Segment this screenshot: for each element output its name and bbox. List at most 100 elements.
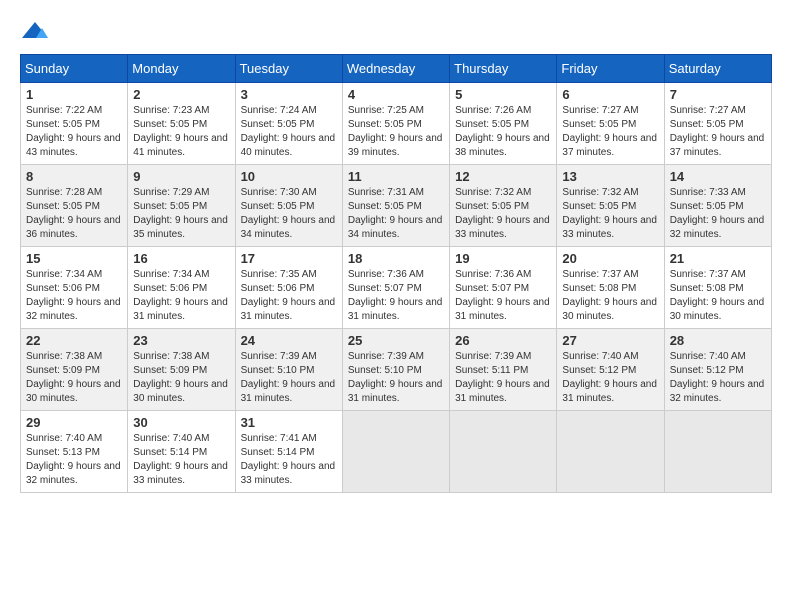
day-cell-18: 18 Sunrise: 7:36 AMSunset: 5:07 PMDayligh… <box>342 247 449 329</box>
day-cell-8: 8Sunrise: 7:28 AMSunset: 5:05 PMDaylight… <box>21 165 128 247</box>
day-cell-14: 14 Sunrise: 7:33 AMSunset: 5:05 PMDayligh… <box>664 165 771 247</box>
day-info: Sunrise: 7:39 AMSunset: 5:10 PMDaylight:… <box>241 350 337 406</box>
week-row-2: 8Sunrise: 7:28 AMSunset: 5:05 PMDaylight… <box>21 165 772 247</box>
day-info: Sunrise: 7:28 AMSunset: 5:05 PMDaylight:… <box>26 186 122 242</box>
day-cell-10: 10Sunrise: 7:30 AMSunset: 5:05 PMDayligh… <box>235 165 342 247</box>
day-info: Sunrise: 7:38 AMSunset: 5:09 PMDaylight:… <box>26 350 122 406</box>
day-info: Sunrise: 7:35 AMSunset: 5:06 PMDaylight:… <box>241 268 337 324</box>
day-number: 13 <box>562 169 658 184</box>
day-cell-6: 6 Sunrise: 7:27 AMSunset: 5:05 PMDaylight… <box>557 83 664 165</box>
day-number: 12 <box>455 169 551 184</box>
day-info: Sunrise: 7:40 AMSunset: 5:13 PMDaylight:… <box>26 432 122 488</box>
day-info: Sunrise: 7:23 AMSunset: 5:05 PMDaylight:… <box>133 104 229 160</box>
day-number: 25 <box>348 333 444 348</box>
day-info: Sunrise: 7:40 AMSunset: 5:12 PMDaylight:… <box>562 350 658 406</box>
day-cell-16: 16Sunrise: 7:34 AMSunset: 5:06 PMDayligh… <box>128 247 235 329</box>
day-info: Sunrise: 7:41 AMSunset: 5:14 PMDaylight:… <box>241 432 337 488</box>
day-cell-7: 7Sunrise: 7:27 AMSunset: 5:05 PMDaylight… <box>664 83 771 165</box>
day-info: Sunrise: 7:34 AMSunset: 5:06 PMDaylight:… <box>26 268 122 324</box>
day-number: 17 <box>241 251 337 266</box>
day-cell-28: 28 Sunrise: 7:40 AMSunset: 5:12 PMDayligh… <box>664 329 771 411</box>
day-number: 30 <box>133 415 229 430</box>
day-info: Sunrise: 7:31 AMSunset: 5:05 PMDaylight:… <box>348 186 444 242</box>
col-header-wednesday: Wednesday <box>342 55 449 83</box>
header <box>20 20 772 44</box>
day-cell-15: 15 Sunrise: 7:34 AMSunset: 5:06 PMDayligh… <box>21 247 128 329</box>
day-info: Sunrise: 7:38 AMSunset: 5:09 PMDaylight:… <box>133 350 229 406</box>
day-cell-1: 1 Sunrise: 7:22 AMSunset: 5:05 PMDaylight… <box>21 83 128 165</box>
day-cell-5: 5 Sunrise: 7:26 AMSunset: 5:05 PMDaylight… <box>450 83 557 165</box>
day-cell-20: 20 Sunrise: 7:37 AMSunset: 5:08 PMDayligh… <box>557 247 664 329</box>
day-cell-30: 30 Sunrise: 7:40 AMSunset: 5:14 PMDayligh… <box>128 411 235 493</box>
day-cell-21: 21 Sunrise: 7:37 AMSunset: 5:08 PMDayligh… <box>664 247 771 329</box>
col-header-friday: Friday <box>557 55 664 83</box>
day-number: 21 <box>670 251 766 266</box>
week-row-1: 1 Sunrise: 7:22 AMSunset: 5:05 PMDaylight… <box>21 83 772 165</box>
day-number: 23 <box>133 333 229 348</box>
day-number: 2 <box>133 87 229 102</box>
day-number: 3 <box>241 87 337 102</box>
day-cell-11: 11 Sunrise: 7:31 AMSunset: 5:05 PMDayligh… <box>342 165 449 247</box>
day-number: 26 <box>455 333 551 348</box>
day-info: Sunrise: 7:37 AMSunset: 5:08 PMDaylight:… <box>670 268 766 324</box>
day-cell-12: 12 Sunrise: 7:32 AMSunset: 5:05 PMDayligh… <box>450 165 557 247</box>
day-number: 5 <box>455 87 551 102</box>
day-number: 1 <box>26 87 122 102</box>
day-info: Sunrise: 7:30 AMSunset: 5:05 PMDaylight:… <box>241 186 337 242</box>
day-number: 6 <box>562 87 658 102</box>
day-cell-17: 17 Sunrise: 7:35 AMSunset: 5:06 PMDayligh… <box>235 247 342 329</box>
day-info: Sunrise: 7:22 AMSunset: 5:05 PMDaylight:… <box>26 104 122 160</box>
day-info: Sunrise: 7:25 AMSunset: 5:05 PMDaylight:… <box>348 104 444 160</box>
day-cell-24: 24 Sunrise: 7:39 AMSunset: 5:10 PMDayligh… <box>235 329 342 411</box>
logo <box>20 20 54 44</box>
day-number: 22 <box>26 333 122 348</box>
day-info: Sunrise: 7:36 AMSunset: 5:07 PMDaylight:… <box>348 268 444 324</box>
day-number: 14 <box>670 169 766 184</box>
day-number: 18 <box>348 251 444 266</box>
day-info: Sunrise: 7:32 AMSunset: 5:05 PMDaylight:… <box>562 186 658 242</box>
day-info: Sunrise: 7:27 AMSunset: 5:05 PMDaylight:… <box>670 104 766 160</box>
day-info: Sunrise: 7:40 AMSunset: 5:14 PMDaylight:… <box>133 432 229 488</box>
week-row-5: 29Sunrise: 7:40 AMSunset: 5:13 PMDayligh… <box>21 411 772 493</box>
day-number: 16 <box>133 251 229 266</box>
day-number: 11 <box>348 169 444 184</box>
day-cell-19: 19 Sunrise: 7:36 AMSunset: 5:07 PMDayligh… <box>450 247 557 329</box>
day-number: 24 <box>241 333 337 348</box>
day-number: 20 <box>562 251 658 266</box>
day-info: Sunrise: 7:40 AMSunset: 5:12 PMDaylight:… <box>670 350 766 406</box>
day-cell-29: 29Sunrise: 7:40 AMSunset: 5:13 PMDayligh… <box>21 411 128 493</box>
col-header-sunday: Sunday <box>21 55 128 83</box>
day-cell-26: 26 Sunrise: 7:39 AMSunset: 5:11 PMDayligh… <box>450 329 557 411</box>
day-number: 27 <box>562 333 658 348</box>
day-info: Sunrise: 7:26 AMSunset: 5:05 PMDaylight:… <box>455 104 551 160</box>
day-info: Sunrise: 7:39 AMSunset: 5:11 PMDaylight:… <box>455 350 551 406</box>
day-cell-2: 2 Sunrise: 7:23 AMSunset: 5:05 PMDaylight… <box>128 83 235 165</box>
col-header-tuesday: Tuesday <box>235 55 342 83</box>
day-info: Sunrise: 7:33 AMSunset: 5:05 PMDaylight:… <box>670 186 766 242</box>
day-number: 28 <box>670 333 766 348</box>
day-info: Sunrise: 7:36 AMSunset: 5:07 PMDaylight:… <box>455 268 551 324</box>
day-cell-27: 27 Sunrise: 7:40 AMSunset: 5:12 PMDayligh… <box>557 329 664 411</box>
empty-cell <box>557 411 664 493</box>
empty-cell <box>342 411 449 493</box>
day-cell-9: 9Sunrise: 7:29 AMSunset: 5:05 PMDaylight… <box>128 165 235 247</box>
day-info: Sunrise: 7:32 AMSunset: 5:05 PMDaylight:… <box>455 186 551 242</box>
calendar-table: SundayMondayTuesdayWednesdayThursdayFrid… <box>20 54 772 493</box>
week-row-3: 15 Sunrise: 7:34 AMSunset: 5:06 PMDayligh… <box>21 247 772 329</box>
day-number: 15 <box>26 251 122 266</box>
col-header-saturday: Saturday <box>664 55 771 83</box>
day-info: Sunrise: 7:37 AMSunset: 5:08 PMDaylight:… <box>562 268 658 324</box>
day-cell-13: 13 Sunrise: 7:32 AMSunset: 5:05 PMDayligh… <box>557 165 664 247</box>
day-cell-25: 25Sunrise: 7:39 AMSunset: 5:10 PMDayligh… <box>342 329 449 411</box>
day-info: Sunrise: 7:27 AMSunset: 5:05 PMDaylight:… <box>562 104 658 160</box>
calendar-header-row: SundayMondayTuesdayWednesdayThursdayFrid… <box>21 55 772 83</box>
day-cell-31: 31 Sunrise: 7:41 AMSunset: 5:14 PMDayligh… <box>235 411 342 493</box>
day-number: 31 <box>241 415 337 430</box>
day-cell-3: 3 Sunrise: 7:24 AMSunset: 5:05 PMDaylight… <box>235 83 342 165</box>
day-number: 19 <box>455 251 551 266</box>
day-cell-23: 23 Sunrise: 7:38 AMSunset: 5:09 PMDayligh… <box>128 329 235 411</box>
col-header-thursday: Thursday <box>450 55 557 83</box>
day-cell-22: 22 Sunrise: 7:38 AMSunset: 5:09 PMDayligh… <box>21 329 128 411</box>
day-info: Sunrise: 7:24 AMSunset: 5:05 PMDaylight:… <box>241 104 337 160</box>
day-number: 4 <box>348 87 444 102</box>
